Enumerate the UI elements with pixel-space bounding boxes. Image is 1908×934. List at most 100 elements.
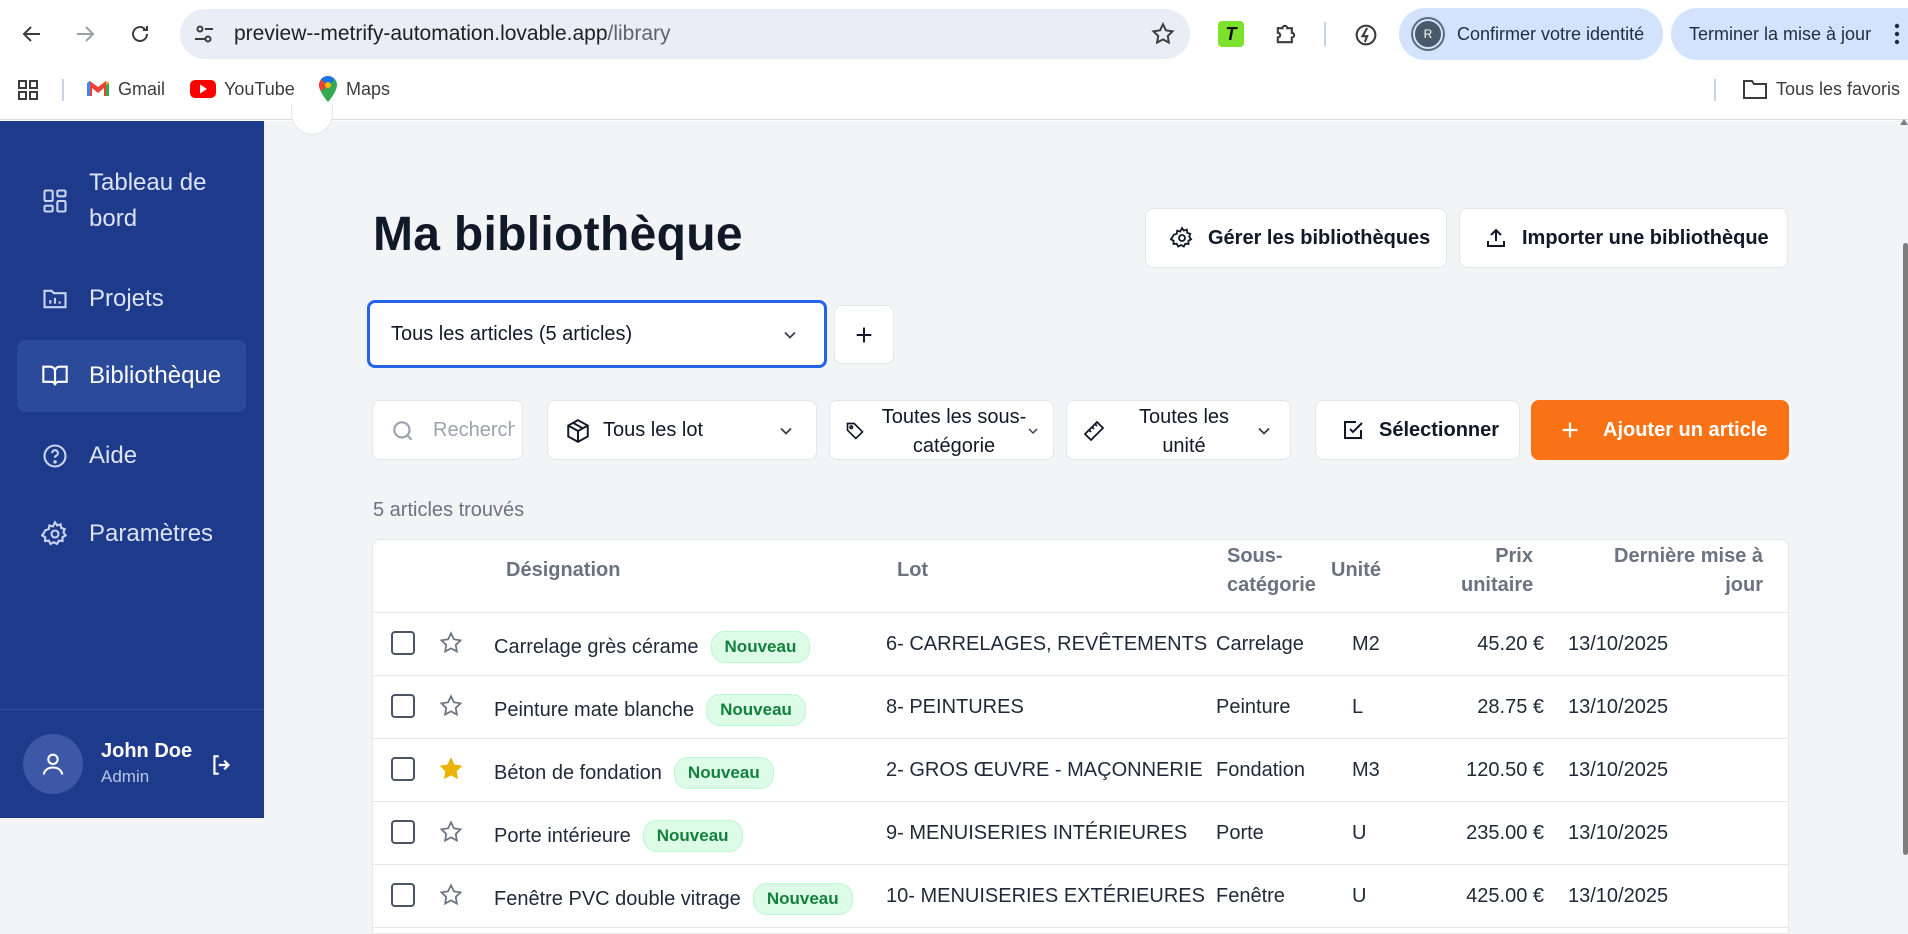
search-box[interactable]	[372, 400, 523, 460]
gear-icon	[41, 520, 68, 546]
upload-icon	[1487, 228, 1505, 247]
address-bar[interactable]: preview--metrify-automation.lovable.app/…	[180, 9, 1190, 59]
page-scrollbar[interactable]	[1903, 243, 1908, 855]
search-input[interactable]	[433, 415, 515, 445]
site-settings-icon[interactable]	[192, 22, 216, 46]
import-library-label: Importer une bibliothèque	[1522, 226, 1769, 249]
sidebar-item-projects[interactable]: Projets	[17, 271, 246, 327]
scroll-up-arrow[interactable]	[1900, 119, 1908, 125]
forward-button[interactable]	[65, 14, 105, 54]
subcategory-filter-select[interactable]: Toutes les sous-catégorie	[829, 400, 1054, 460]
add-article-label: Ajouter un article	[1603, 418, 1768, 441]
apps-grid-icon[interactable]	[16, 78, 40, 102]
add-article-button[interactable]: Ajouter un article	[1531, 400, 1789, 460]
sidebar-item-label: Bibliothèque	[89, 362, 222, 389]
designation-text: Peinture mate blanche	[494, 698, 695, 721]
folder-chart-icon	[43, 289, 67, 309]
results-count: 5 articles trouvés	[373, 499, 525, 521]
chevron-down-icon	[1258, 427, 1270, 435]
manage-libraries-label: Gérer les bibliothèques	[1208, 226, 1431, 249]
row-subcategory: Porte	[1216, 822, 1264, 844]
star-outline-icon[interactable]	[438, 630, 464, 656]
sidebar-item-dashboard[interactable]: Tableau de bord	[17, 165, 246, 237]
row-subcategory: Fondation	[1216, 759, 1305, 781]
app-main: Tableau de bord Projets Bibliothèque Aid…	[0, 105, 1908, 934]
user-icon	[42, 753, 64, 775]
column-header-price[interactable]: Prix unitaire	[1373, 542, 1533, 600]
chevron-down-icon	[780, 427, 792, 435]
row-checkbox[interactable]	[391, 883, 415, 907]
table-row[interactable]: Carrelage grès cérame Nouveau 6- CARRELAG…	[373, 613, 1788, 676]
row-checkbox[interactable]	[391, 820, 415, 844]
row-lot: 9- MENUISERIES INTÉRIEURES	[886, 822, 1188, 844]
lot-filter-select[interactable]: Tous les lot	[547, 400, 817, 460]
user-role: Admin	[101, 767, 150, 786]
star-filled-icon[interactable]	[438, 756, 464, 782]
designation-text: Béton de fondation	[494, 761, 662, 784]
star-outline-icon[interactable]	[438, 693, 464, 719]
confirm-identity-button[interactable]: R Confirmer votre identité	[1399, 8, 1663, 60]
extensions-puzzle-icon[interactable]	[1272, 20, 1300, 48]
bookmark-maps[interactable]: Maps	[318, 76, 390, 102]
performance-icon[interactable]	[1352, 21, 1380, 49]
more-vert-icon[interactable]	[1894, 22, 1900, 46]
logout-icon[interactable]	[209, 752, 235, 778]
star-outline-icon[interactable]	[438, 882, 464, 908]
url-text: preview--metrify-automation.lovable.app/…	[234, 22, 671, 45]
package-icon	[567, 419, 589, 443]
manage-libraries-button[interactable]: Gérer les bibliothèques	[1145, 208, 1447, 268]
bookmark-star-icon[interactable]	[1150, 21, 1176, 47]
column-header-subcategory[interactable]: Sous-catégorie	[1227, 542, 1327, 600]
dashboard-icon	[43, 189, 67, 213]
arrow-right-icon	[77, 26, 95, 42]
reload-button[interactable]	[120, 14, 160, 54]
bookmarks-divider	[62, 79, 64, 101]
row-lot: 6- CARRELAGES, REVÊTEMENTS	[886, 633, 1208, 655]
table-row[interactable]: Porte intérieure Nouveau 9- MENUISERIES I…	[373, 802, 1788, 865]
table-row[interactable]: Fenêtre PVC double vitrage Nouveau 10- ME…	[373, 865, 1788, 928]
library-select[interactable]: Tous les articles (5 articles)	[367, 300, 827, 368]
row-checkbox[interactable]	[391, 631, 415, 655]
row-lot: 8- PEINTURES	[886, 696, 1024, 718]
add-library-button[interactable]	[834, 305, 894, 364]
row-checkbox[interactable]	[391, 694, 415, 718]
select-mode-button[interactable]: Sélectionner	[1315, 400, 1520, 460]
table-row[interactable]: Peinture mate blanche Nouveau 8- PEINTURE…	[373, 676, 1788, 739]
unit-filter-select[interactable]: Toutes les unité	[1066, 400, 1291, 460]
bookmark-gmail[interactable]: Gmail	[86, 76, 165, 102]
table-row[interactable]: Béton de fondation Nouveau 2- GROS ŒUVRE …	[373, 739, 1788, 802]
sidebar-item-help[interactable]: Aide	[17, 428, 246, 484]
row-price: 425.00 €	[1466, 885, 1544, 907]
import-library-button[interactable]: Importer une bibliothèque	[1459, 208, 1788, 268]
column-header-designation[interactable]: Désignation	[506, 556, 620, 585]
row-designation: Peinture mate blanche Nouveau	[494, 694, 806, 726]
toolbar-divider	[1324, 22, 1326, 46]
finish-update-button[interactable]: Terminer la mise à jour	[1671, 8, 1908, 60]
row-subcategory: Fenêtre	[1216, 885, 1285, 907]
youtube-icon	[190, 80, 216, 98]
star-outline-icon[interactable]	[438, 819, 464, 845]
extension-t-icon[interactable]: T	[1218, 21, 1244, 47]
row-checkbox[interactable]	[391, 757, 415, 781]
browser-toolbar: preview--metrify-automation.lovable.app/…	[0, 0, 1908, 68]
bookmark-gmail-label: Gmail	[118, 78, 166, 99]
all-bookmarks-label: Tous les favoris	[1776, 78, 1901, 99]
all-bookmarks-button[interactable]: Tous les favoris	[1742, 76, 1900, 102]
status-badge: Nouveau	[706, 694, 806, 726]
sidebar-item-library[interactable]: Bibliothèque	[17, 340, 246, 412]
column-header-lot[interactable]: Lot	[897, 556, 928, 585]
book-open-icon	[42, 365, 68, 386]
row-unit: L	[1352, 696, 1364, 718]
row-price: 120.50 €	[1466, 759, 1544, 781]
user-name: John Doe	[101, 740, 193, 762]
sidebar-item-settings[interactable]: Paramètres	[17, 506, 246, 562]
profile-avatar: R	[1413, 19, 1443, 49]
bookmark-youtube[interactable]: YouTube	[190, 76, 295, 102]
column-header-updated[interactable]: Dernière mise à jour	[1523, 542, 1763, 600]
back-button[interactable]	[12, 14, 52, 54]
avatar	[23, 734, 83, 794]
collapse-toggle-button[interactable]	[291, 105, 333, 135]
bookmarks-divider-right	[1714, 79, 1716, 101]
sidebar-item-label: Tableau de bord	[89, 169, 207, 232]
row-updated: 13/10/2025	[1568, 696, 1669, 718]
